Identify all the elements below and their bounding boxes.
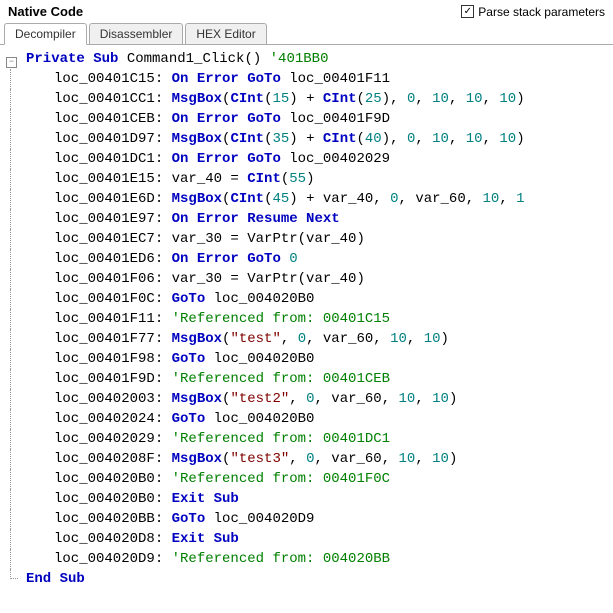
code-line[interactable]: loc_00401DC1: On Error GoTo loc_00402029 bbox=[6, 149, 613, 169]
gutter bbox=[6, 169, 26, 189]
tab-hex-editor[interactable]: HEX Editor bbox=[185, 23, 266, 44]
code-line[interactable]: loc_004020B0: 'Referenced from: 00401F0C bbox=[6, 469, 613, 489]
code-text: loc_004020BB: GoTo loc_004020D9 bbox=[26, 509, 613, 529]
code-text: loc_00401F0C: GoTo loc_004020B0 bbox=[26, 289, 613, 309]
code-line[interactable]: loc_00401CC1: MsgBox(CInt(15) + CInt(25)… bbox=[6, 89, 613, 109]
gutter bbox=[6, 489, 26, 509]
gutter bbox=[6, 189, 26, 209]
code-line[interactable]: loc_00401E15: var_40 = CInt(55) bbox=[6, 169, 613, 189]
code-line[interactable]: loc_004020BB: GoTo loc_004020D9 bbox=[6, 509, 613, 529]
code-text: loc_00401DC1: On Error GoTo loc_00402029 bbox=[26, 149, 613, 169]
code-line[interactable]: loc_00401D97: MsgBox(CInt(35) + CInt(40)… bbox=[6, 129, 613, 149]
parse-stack-checkbox[interactable]: ✓ Parse stack parameters bbox=[461, 5, 605, 19]
gutter bbox=[6, 429, 26, 449]
code-text: loc_00401F77: MsgBox("test", 0, var_60, … bbox=[26, 329, 613, 349]
gutter bbox=[6, 369, 26, 389]
gutter bbox=[6, 469, 26, 489]
code-line[interactable]: loc_00401F06: var_30 = VarPtr(var_40) bbox=[6, 269, 613, 289]
header-bar: Native Code ✓ Parse stack parameters bbox=[0, 0, 613, 21]
code-line[interactable]: loc_00401EC7: var_30 = VarPtr(var_40) bbox=[6, 229, 613, 249]
code-text: loc_00402003: MsgBox("test2", 0, var_60,… bbox=[26, 389, 613, 409]
gutter bbox=[6, 289, 26, 309]
checkbox-label: Parse stack parameters bbox=[478, 5, 605, 19]
gutter bbox=[6, 509, 26, 529]
gutter bbox=[6, 529, 26, 549]
code-line[interactable]: loc_00401E97: On Error Resume Next bbox=[6, 209, 613, 229]
code-text: loc_004020B0: Exit Sub bbox=[26, 489, 613, 509]
gutter bbox=[6, 349, 26, 369]
code-text: loc_00401EC7: var_30 = VarPtr(var_40) bbox=[26, 229, 613, 249]
code-text: loc_004020D9: 'Referenced from: 004020BB bbox=[26, 549, 613, 569]
gutter bbox=[6, 149, 26, 169]
code-text: End Sub bbox=[26, 569, 613, 589]
code-line[interactable]: −Private Sub Command1_Click() '401BB0 bbox=[6, 49, 613, 69]
collapse-icon[interactable]: − bbox=[6, 57, 17, 68]
code-text: loc_0040208F: MsgBox("test3", 0, var_60,… bbox=[26, 449, 613, 469]
page-title: Native Code bbox=[8, 4, 83, 19]
code-text: loc_00401CEB: On Error GoTo loc_00401F9D bbox=[26, 109, 613, 129]
code-line[interactable]: End Sub bbox=[6, 569, 613, 589]
gutter bbox=[6, 569, 26, 589]
gutter bbox=[6, 329, 26, 349]
code-text: loc_00401CC1: MsgBox(CInt(15) + CInt(25)… bbox=[26, 89, 613, 109]
code-view[interactable]: −Private Sub Command1_Click() '401BB0loc… bbox=[0, 45, 613, 593]
code-text: loc_00401F98: GoTo loc_004020B0 bbox=[26, 349, 613, 369]
code-line[interactable]: loc_00401F9D: 'Referenced from: 00401CEB bbox=[6, 369, 613, 389]
code-text: loc_00401D97: MsgBox(CInt(35) + CInt(40)… bbox=[26, 129, 613, 149]
code-line[interactable]: loc_004020D8: Exit Sub bbox=[6, 529, 613, 549]
gutter bbox=[6, 129, 26, 149]
gutter bbox=[6, 229, 26, 249]
gutter: − bbox=[6, 49, 26, 69]
code-line[interactable]: loc_00401E6D: MsgBox(CInt(45) + var_40, … bbox=[6, 189, 613, 209]
code-text: loc_00401E15: var_40 = CInt(55) bbox=[26, 169, 613, 189]
gutter bbox=[6, 449, 26, 469]
gutter bbox=[6, 89, 26, 109]
code-line[interactable]: loc_00401CEB: On Error GoTo loc_00401F9D bbox=[6, 109, 613, 129]
gutter bbox=[6, 249, 26, 269]
code-text: loc_00401ED6: On Error GoTo 0 bbox=[26, 249, 613, 269]
gutter bbox=[6, 549, 26, 569]
code-line[interactable]: loc_004020D9: 'Referenced from: 004020BB bbox=[6, 549, 613, 569]
code-line[interactable]: loc_00401F98: GoTo loc_004020B0 bbox=[6, 349, 613, 369]
code-text: Private Sub Command1_Click() '401BB0 bbox=[26, 49, 613, 69]
code-text: loc_00401F06: var_30 = VarPtr(var_40) bbox=[26, 269, 613, 289]
code-line[interactable]: loc_00402003: MsgBox("test2", 0, var_60,… bbox=[6, 389, 613, 409]
code-text: loc_00401F9D: 'Referenced from: 00401CEB bbox=[26, 369, 613, 389]
tab-disassembler[interactable]: Disassembler bbox=[89, 23, 184, 44]
code-line[interactable]: loc_00402029: 'Referenced from: 00401DC1 bbox=[6, 429, 613, 449]
code-text: loc_00401F11: 'Referenced from: 00401C15 bbox=[26, 309, 613, 329]
code-line[interactable]: loc_00401F11: 'Referenced from: 00401C15 bbox=[6, 309, 613, 329]
gutter bbox=[6, 109, 26, 129]
code-text: loc_00401C15: On Error GoTo loc_00401F11 bbox=[26, 69, 613, 89]
gutter bbox=[6, 389, 26, 409]
code-text: loc_00401E97: On Error Resume Next bbox=[26, 209, 613, 229]
code-text: loc_00402029: 'Referenced from: 00401DC1 bbox=[26, 429, 613, 449]
code-text: loc_004020D8: Exit Sub bbox=[26, 529, 613, 549]
gutter bbox=[6, 269, 26, 289]
code-text: loc_00402024: GoTo loc_004020B0 bbox=[26, 409, 613, 429]
gutter bbox=[6, 309, 26, 329]
code-line[interactable]: loc_00402024: GoTo loc_004020B0 bbox=[6, 409, 613, 429]
checkbox-icon: ✓ bbox=[461, 5, 474, 18]
code-line[interactable]: loc_0040208F: MsgBox("test3", 0, var_60,… bbox=[6, 449, 613, 469]
code-line[interactable]: loc_00401C15: On Error GoTo loc_00401F11 bbox=[6, 69, 613, 89]
code-line[interactable]: loc_00401F0C: GoTo loc_004020B0 bbox=[6, 289, 613, 309]
code-text: loc_00401E6D: MsgBox(CInt(45) + var_40, … bbox=[26, 189, 613, 209]
gutter bbox=[6, 209, 26, 229]
tab-decompiler[interactable]: Decompiler bbox=[4, 23, 87, 45]
gutter bbox=[6, 69, 26, 89]
code-line[interactable]: loc_004020B0: Exit Sub bbox=[6, 489, 613, 509]
gutter bbox=[6, 409, 26, 429]
tab-bar: Decompiler Disassembler HEX Editor bbox=[0, 23, 613, 45]
code-line[interactable]: loc_00401F77: MsgBox("test", 0, var_60, … bbox=[6, 329, 613, 349]
code-line[interactable]: loc_00401ED6: On Error GoTo 0 bbox=[6, 249, 613, 269]
code-text: loc_004020B0: 'Referenced from: 00401F0C bbox=[26, 469, 613, 489]
